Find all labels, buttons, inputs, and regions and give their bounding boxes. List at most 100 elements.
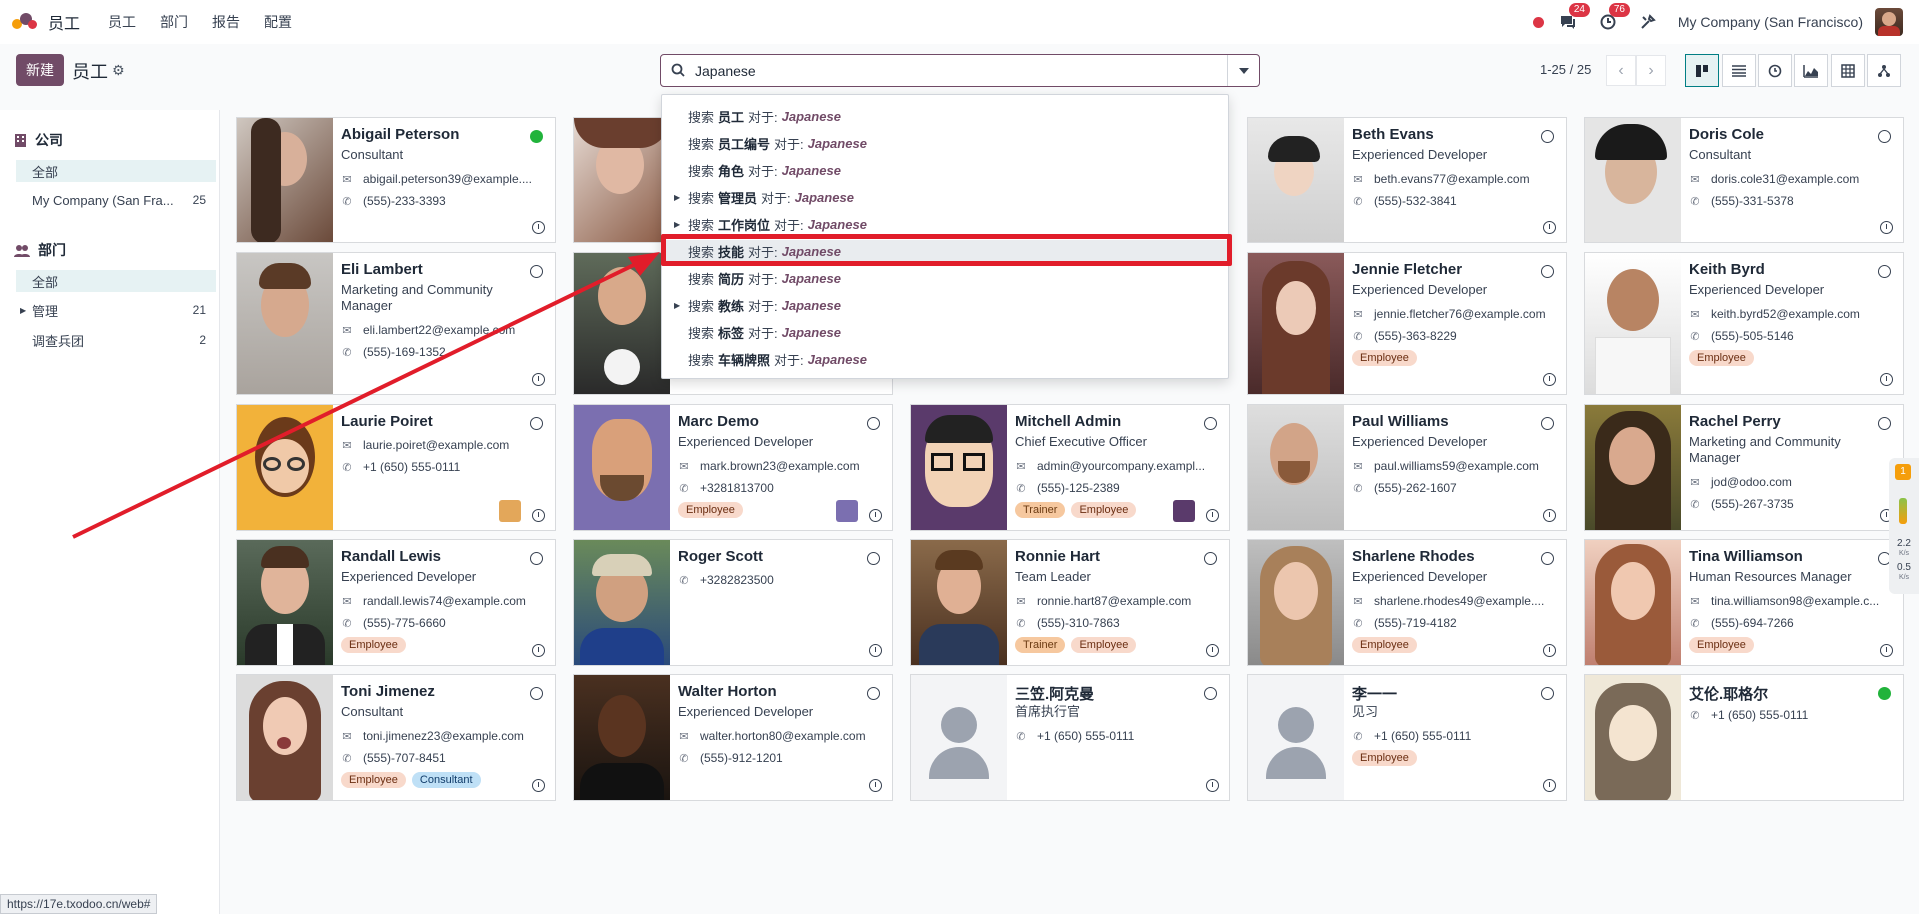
employee-card[interactable]: Keith Byrd Experienced Developer ✉ keith.… — [1584, 252, 1904, 395]
presence-offline-icon — [530, 417, 543, 430]
employee-card[interactable]: Mitchell Admin Chief Executive Officer ✉… — [910, 404, 1230, 531]
search-option-license-plate[interactable]: 搜索 车辆牌照 对于: Japanese — [662, 348, 1228, 370]
caret-right-icon[interactable]: ▶ — [20, 306, 26, 315]
app-logo-icon[interactable] — [12, 11, 38, 33]
view-pivot-button[interactable] — [1831, 54, 1865, 87]
app-title[interactable]: 员工 — [48, 10, 80, 34]
menu-reports[interactable]: 报告 — [206, 12, 246, 32]
search-bar[interactable] — [660, 54, 1260, 87]
employee-card[interactable]: Toni Jimenez Consultant ✉ toni.jimenez23@… — [236, 674, 556, 801]
search-option-employee[interactable]: 搜索 员工 对于: Japanese — [662, 105, 1228, 127]
search-option-role[interactable]: 搜索 角色 对于: Japanese — [662, 159, 1228, 181]
gear-icon[interactable]: ⚙ — [112, 62, 125, 79]
activity-clock-icon[interactable] — [1543, 221, 1556, 234]
tag-employee: Employee — [1071, 637, 1137, 653]
activity-clock-icon[interactable] — [869, 509, 882, 522]
activity-clock-icon[interactable] — [1543, 644, 1556, 657]
employee-card[interactable]: Ronnie Hart Team Leader ✉ ronnie.hart87@e… — [910, 539, 1230, 666]
activity-clock-icon[interactable] — [1880, 373, 1893, 386]
search-input[interactable] — [693, 59, 1213, 83]
manager-avatar[interactable] — [499, 500, 521, 522]
view-graph-button[interactable] — [1794, 54, 1828, 87]
employee-card[interactable]: Marc Demo Experienced Developer ✉ mark.br… — [573, 404, 893, 531]
activity-clock-icon[interactable] — [1206, 779, 1219, 792]
activity-clock-icon[interactable] — [869, 779, 882, 792]
menu-departments[interactable]: 部门 — [154, 12, 194, 32]
employee-card[interactable]: Sharlene Rhodes Experienced Developer ✉ s… — [1247, 539, 1567, 666]
employee-photo — [1585, 118, 1681, 242]
activity-clock-icon[interactable] — [532, 373, 545, 386]
activity-clock-icon[interactable] — [532, 221, 545, 234]
caret-right-icon[interactable]: ▶ — [674, 301, 680, 310]
pager-previous-button[interactable]: ‹ — [1606, 55, 1636, 86]
employee-phone-text: (555)-169-1352 — [363, 345, 446, 359]
view-list-button[interactable] — [1722, 54, 1756, 87]
menu-employees[interactable]: 员工 — [102, 12, 142, 32]
caret-right-icon[interactable]: ▶ — [674, 220, 680, 229]
activity-clock-icon[interactable] — [869, 644, 882, 657]
employee-card[interactable]: 艾伦.耶格尔 ✆ +1 (650) 555-0111 — [1584, 674, 1904, 801]
activity-button[interactable]: 76 — [1598, 3, 1630, 32]
employee-card[interactable]: Eli Lambert Marketing and Community Mana… — [236, 252, 556, 395]
envelope-icon: ✉ — [679, 730, 689, 743]
company-switcher[interactable]: My Company (San Francisco) — [1678, 14, 1863, 30]
manager-avatar[interactable] — [1173, 500, 1195, 522]
activity-clock-icon[interactable] — [532, 779, 545, 792]
user-avatar[interactable] — [1875, 8, 1903, 36]
employee-card[interactable]: Rachel Perry Marketing and Community Man… — [1584, 404, 1904, 531]
pager-value[interactable]: 1-25 / 25 — [1540, 62, 1591, 77]
tools-button[interactable] — [1638, 12, 1658, 32]
employee-card[interactable]: Abigail Peterson Consultant ✉ abigail.pet… — [236, 117, 556, 243]
employee-card[interactable]: Tina Williamson Human Resources Manager … — [1584, 539, 1904, 666]
employee-card[interactable]: Walter Horton Experienced Developer ✉ wal… — [573, 674, 893, 801]
view-activity-button[interactable] — [1758, 54, 1792, 87]
caret-right-icon[interactable]: ▶ — [674, 193, 680, 202]
manager-avatar[interactable] — [836, 500, 858, 522]
activity-clock-icon[interactable] — [1206, 509, 1219, 522]
activity-clock-icon[interactable] — [532, 509, 545, 522]
department-filter-management[interactable]: ▶ 管理 21 — [16, 299, 216, 321]
activity-clock-icon[interactable] — [1543, 373, 1556, 386]
employee-card[interactable]: Doris Cole Consultant ✉ doris.cole31@exam… — [1584, 117, 1904, 243]
menu-configuration[interactable]: 配置 — [258, 12, 298, 32]
employee-tags: Employee — [1689, 350, 1754, 366]
search-option-manager[interactable]: ▶ 搜索 管理员 对于: Japanese — [662, 186, 1228, 208]
company-filter-my-company[interactable]: My Company (San Fra... 25 — [16, 189, 216, 211]
view-kanban-button[interactable] — [1685, 54, 1719, 87]
activity-clock-icon[interactable] — [1880, 644, 1893, 657]
activity-clock-icon[interactable] — [1543, 509, 1556, 522]
new-button[interactable]: 新建 — [16, 54, 64, 86]
employee-phone: ✆ (555)-331-5378 — [1689, 194, 1899, 208]
breadcrumb: 员工 — [72, 62, 108, 82]
activity-clock-icon[interactable] — [532, 644, 545, 657]
search-option-resume[interactable]: 搜索 简历 对于: Japanese — [662, 267, 1228, 289]
activity-clock-icon[interactable] — [1206, 644, 1219, 657]
pager-next-button[interactable]: › — [1636, 55, 1666, 86]
employee-card[interactable]: 三笠.阿克曼 首席执行官 ✆ +1 (650) 555-0111 — [910, 674, 1230, 801]
employee-name: Paul Williams — [1352, 413, 1449, 430]
employee-card[interactable]: Jennie Fletcher Experienced Developer ✉ j… — [1247, 252, 1567, 395]
search-option-job-position[interactable]: ▶ 搜索 工作岗位 对于: Japanese — [662, 213, 1228, 235]
chat-button[interactable]: 24 — [1558, 3, 1590, 32]
employee-card[interactable]: Paul Williams Experienced Developer ✉ pau… — [1247, 404, 1567, 531]
employee-card[interactable]: Beth Evans Experienced Developer ✉ beth.e… — [1247, 117, 1567, 243]
search-option-tags[interactable]: 搜索 标签 对于: Japanese — [662, 321, 1228, 343]
recording-dot-icon[interactable] — [1532, 16, 1544, 28]
search-option-employee-id[interactable]: 搜索 员工编号 对于: Japanese — [662, 132, 1228, 154]
presence-offline-icon — [1878, 417, 1891, 430]
employee-card[interactable]: Laurie Poiret ✉ laurie.poiret@example.com… — [236, 404, 556, 531]
employee-card[interactable]: Randall Lewis Experienced Developer ✉ ran… — [236, 539, 556, 666]
company-filter-all[interactable]: 全部 — [16, 160, 216, 182]
department-filter-all[interactable]: 全部 — [16, 270, 216, 292]
widget-level-icon — [1899, 498, 1907, 524]
search-options-toggle[interactable] — [1227, 55, 1259, 86]
phone-icon: ✆ — [679, 752, 689, 765]
activity-clock-icon[interactable] — [1880, 221, 1893, 234]
employee-card[interactable]: Roger Scott ✆ +3282823500 — [573, 539, 893, 666]
activity-clock-icon[interactable] — [1543, 779, 1556, 792]
department-filter-survey-corps[interactable]: 调查兵团 2 — [16, 329, 216, 351]
network-monitor-widget[interactable]: 1 2.2 K/s 0.5 K/s — [1889, 458, 1919, 594]
view-hierarchy-button[interactable] — [1867, 54, 1901, 87]
employee-card[interactable]: 李一一 见习 ✆ +1 (650) 555-0111 Employee — [1247, 674, 1567, 801]
search-option-coach[interactable]: ▶ 搜索 教练 对于: Japanese — [662, 294, 1228, 316]
